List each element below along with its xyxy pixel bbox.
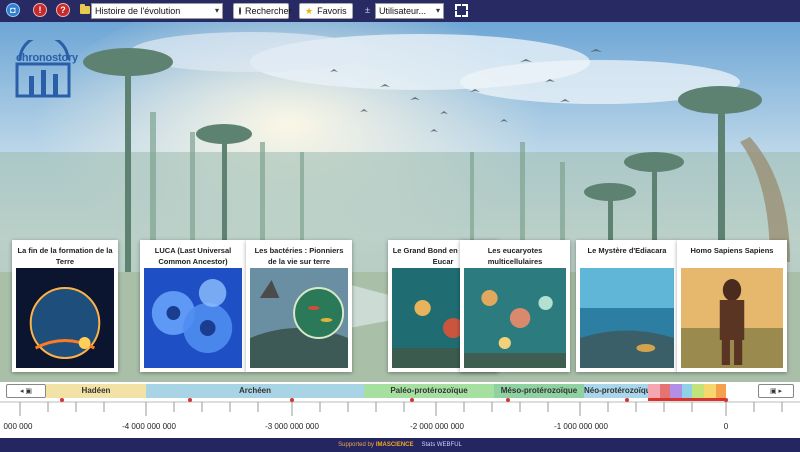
axis-label: -2 000 000 000 [410, 422, 464, 431]
axis-label: -1 000 000 000 [554, 422, 608, 431]
stats-link[interactable]: Stats WEBFUL [422, 442, 462, 448]
event-card[interactable]: La fin de la formation de la Terre [12, 240, 118, 372]
imascience-link[interactable]: IMASCIENCE [376, 442, 414, 448]
fullscreen-icon[interactable] [455, 4, 468, 17]
footer: Supported by IMASCIENCE Stats WEBFUL [0, 438, 800, 452]
event-card[interactable]: Le Mystère d'Ediacara [576, 240, 678, 372]
info-button[interactable]: ! [33, 3, 47, 17]
card-title: Le Mystère d'Ediacara [587, 246, 667, 255]
eukaryotes-image [464, 268, 566, 368]
event-card[interactable]: Les bactéries : Pionniers de la vie sur … [246, 240, 352, 372]
axis-label: -3 000 000 000 [265, 422, 319, 431]
event-card[interactable]: Les eucaryotes multicellulaires [460, 240, 570, 372]
chevron-down-icon: ▾ [214, 6, 219, 15]
homo-sapiens-image [681, 268, 783, 368]
logo-text: chronostory [16, 52, 78, 64]
folder-icon [80, 4, 90, 14]
card-title: Les eucaryotes multicellulaires [487, 246, 543, 266]
chronostory-logo[interactable]: chronostory [14, 34, 78, 98]
card-title: La fin de la formation de la Terre [17, 246, 113, 266]
home-icon: ◘ [10, 5, 16, 15]
event-card[interactable]: Homo Sapiens Sapiens [677, 240, 787, 372]
event-card[interactable]: LUCA (Last Universal Common Ancestor) [140, 240, 246, 372]
home-button[interactable]: ◘ [6, 3, 20, 17]
card-title: Les bactéries : Pionniers de la vie sur … [254, 246, 344, 266]
card-title: LUCA (Last Universal Common Ancestor) [154, 246, 232, 266]
help-icon: ? [60, 5, 66, 15]
top-toolbar: ◘ ! ? Histoire de l'évolution ▾ Recherch… [0, 0, 800, 22]
info-icon: ! [38, 5, 42, 15]
axis-label: 000 000 [3, 422, 33, 431]
timeline-ruler [0, 384, 800, 416]
card-title: Homo Sapiens Sapiens [690, 246, 774, 255]
earth-formation-image [16, 268, 114, 368]
user-select-value: Utilisateur... [379, 6, 427, 16]
timeline-nav-right[interactable]: ▣ ▸ [758, 384, 794, 398]
ediacara-image [580, 268, 674, 368]
favorites-button-label: Favoris [317, 6, 347, 16]
search-icon [239, 7, 241, 15]
chevron-down-icon: ▾ [435, 6, 440, 15]
axis-label: -4 000 000 000 [122, 422, 176, 431]
history-select-value: Histoire de l'évolution [95, 6, 181, 16]
axis-label: 0 [723, 422, 729, 431]
timeline[interactable]: ◂ ▣ Hadéen Archéen Paléo-protérozoïque M… [0, 382, 800, 438]
supported-by-text: Supported by [338, 442, 374, 448]
search-button[interactable]: Rechercher [233, 3, 292, 19]
bacteria-image [250, 268, 348, 368]
user-icon: ± [365, 5, 370, 15]
help-button[interactable]: ? [56, 3, 70, 17]
logo-mark [15, 34, 71, 98]
star-icon: ★ [305, 6, 314, 16]
favorites-button[interactable]: ★ Favoris [299, 3, 353, 19]
history-select[interactable]: Histoire de l'évolution ▾ [91, 3, 223, 19]
search-button-label: Rechercher [245, 6, 292, 16]
user-select[interactable]: Utilisateur... ▾ [375, 3, 444, 19]
cells-image [144, 268, 242, 368]
